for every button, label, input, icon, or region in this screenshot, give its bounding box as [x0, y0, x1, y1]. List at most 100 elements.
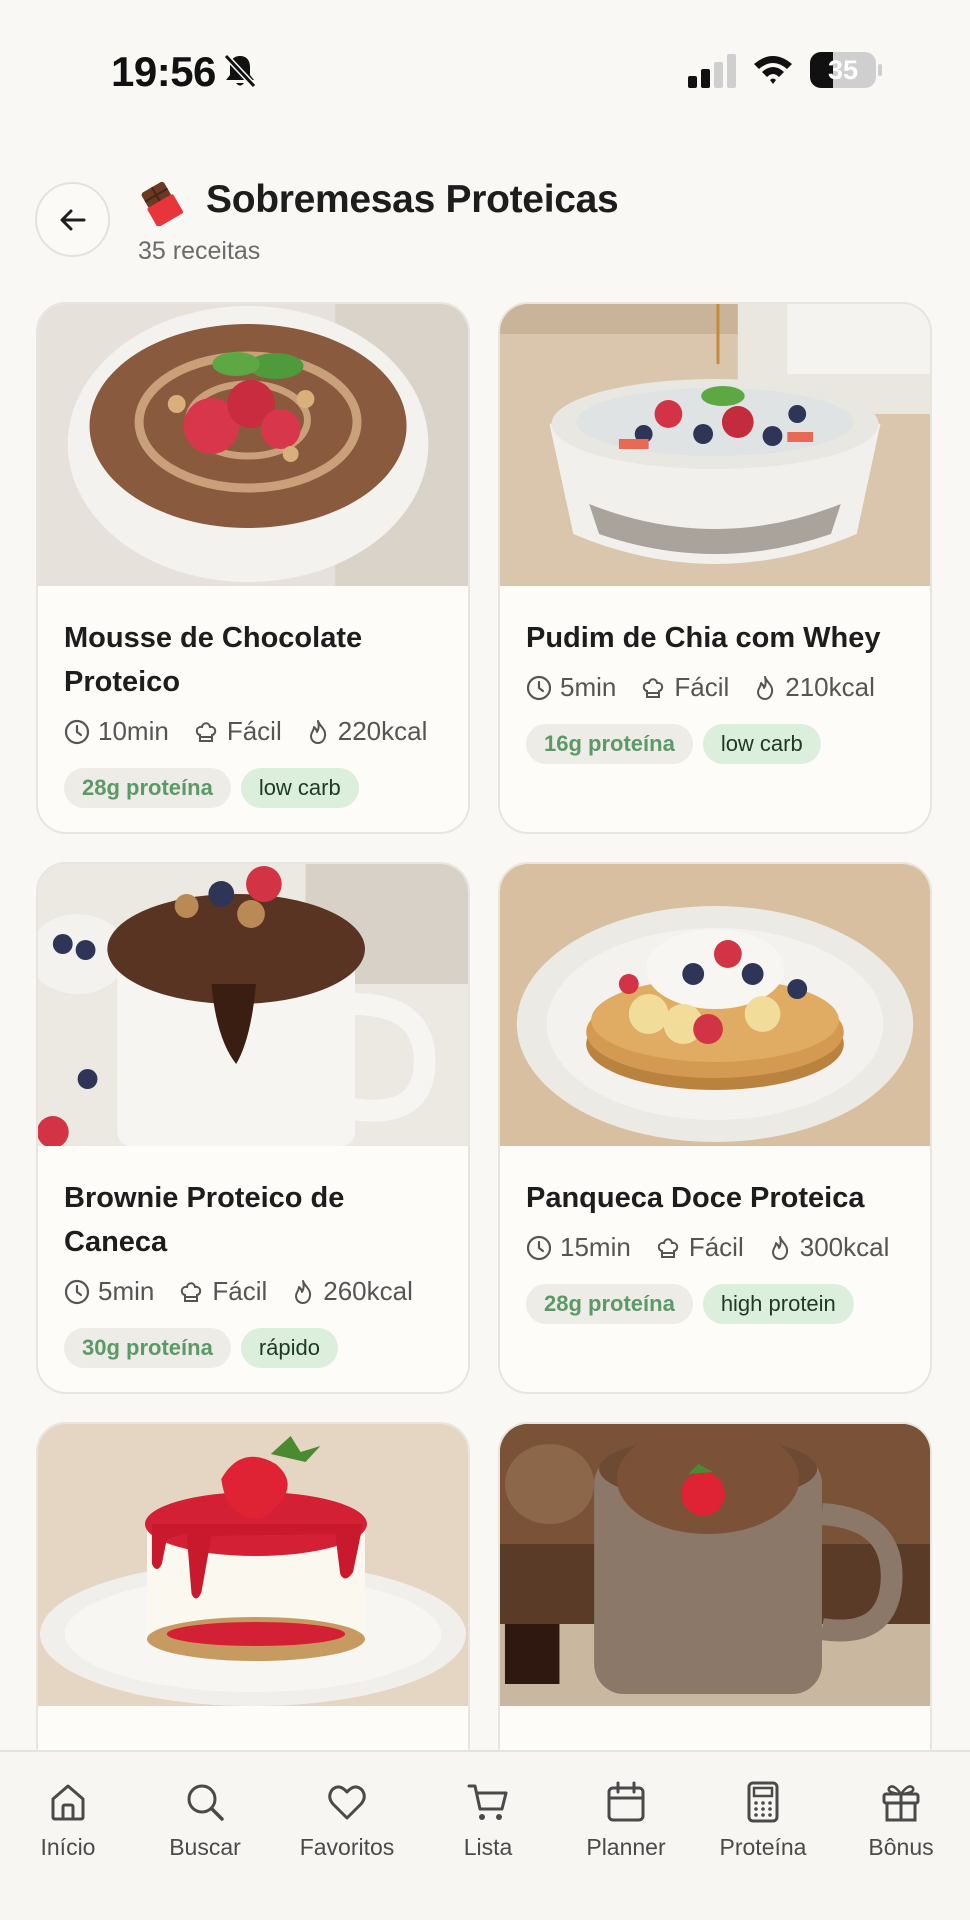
diet-tag: rápido: [240, 1328, 338, 1368]
difficulty-meta: Fácil: [193, 716, 282, 747]
nav-item-favoritos[interactable]: Favoritos: [287, 1780, 407, 1861]
flame-icon: [771, 1235, 788, 1260]
status-bar: 19:56 35: [0, 0, 970, 140]
clock-icon: [64, 1279, 90, 1304]
recipe-card[interactable]: Mousse de Chocolate Proteico 10min Fácil…: [36, 302, 470, 834]
protein-tag: 28g proteína: [526, 1284, 693, 1324]
difficulty-value: Fácil: [674, 672, 730, 702]
time-value: 5min: [560, 672, 617, 702]
calendar-icon: [607, 1781, 645, 1822]
flame-icon: [757, 675, 774, 700]
chef-hat-icon: [181, 1281, 202, 1302]
nav-label: Buscar: [169, 1834, 241, 1860]
calories-meta: 210kcal: [753, 672, 875, 703]
recipe-image-mug-brownie: [38, 864, 468, 1146]
difficulty-meta: Fácil: [640, 672, 729, 703]
time-value: 10min: [98, 716, 169, 746]
page-title: Sobremesas Proteicas: [206, 178, 619, 221]
calories-value: 260kcal: [323, 1276, 413, 1306]
calories-value: 220kcal: [337, 716, 428, 746]
nav-label: Bônus: [868, 1834, 934, 1860]
recipe-tags: 28g proteína high protein: [526, 1284, 864, 1324]
nav-item-inicio[interactable]: Início: [8, 1780, 128, 1861]
recipe-image-chocolate-mousse: [38, 304, 468, 586]
recipe-tags: 30g proteína rápido: [64, 1328, 348, 1368]
search-icon: [187, 1784, 224, 1821]
time-value: 15min: [560, 1232, 631, 1262]
difficulty-meta: Fácil: [655, 1232, 744, 1263]
protein-tag: 28g proteína: [64, 768, 231, 808]
nav-item-planner[interactable]: Planner: [566, 1780, 686, 1861]
recipe-meta: 15min Fácil 300kcal: [526, 1232, 913, 1263]
nav-item-proteina[interactable]: Proteína: [703, 1780, 823, 1861]
nav-item-bonus[interactable]: Bônus: [841, 1780, 961, 1861]
time-meta: 5min: [526, 672, 616, 703]
time-meta: 10min: [64, 716, 169, 747]
time-meta: 15min: [526, 1232, 631, 1263]
nav-label: Lista: [463, 1834, 513, 1860]
status-time: 19:56: [111, 48, 216, 95]
diet-tag: high protein: [702, 1284, 854, 1324]
nav-item-buscar[interactable]: Buscar: [145, 1780, 265, 1861]
recipe-title: Mousse de Chocolate Proteico: [64, 622, 363, 698]
calories-meta: 220kcal: [306, 716, 428, 747]
calories-meta: 300kcal: [768, 1232, 890, 1263]
diet-tag: low carb: [702, 724, 821, 764]
nav-label: Início: [40, 1834, 96, 1860]
recipe-card[interactable]: Panqueca Doce Proteica 15min Fácil 300kc…: [498, 862, 932, 1394]
time-meta: 5min: [64, 1276, 154, 1307]
recipe-meta: 5min Fácil 260kcal: [64, 1276, 437, 1307]
flame-icon: [309, 719, 326, 744]
difficulty-meta: Fácil: [178, 1276, 267, 1307]
recipe-image-mug-cake: [500, 1424, 930, 1706]
recipe-title: Panqueca Doce Proteica: [526, 1182, 865, 1214]
protein-tag: 30g proteína: [64, 1328, 231, 1368]
recipe-image-chia-pudding: [500, 304, 930, 586]
back-button[interactable]: [35, 182, 110, 257]
home-icon: [51, 1784, 85, 1821]
recipe-meta: 5min Fácil 210kcal: [526, 672, 899, 703]
protein-tag: 16g proteína: [526, 724, 693, 764]
recipe-tags: 28g proteína low carb: [64, 768, 369, 808]
nav-label: Proteína: [719, 1834, 807, 1860]
cart-icon: [467, 1784, 508, 1820]
clock-icon: [526, 1235, 552, 1260]
calories-value: 210kcal: [785, 672, 875, 702]
nav-item-lista[interactable]: Lista: [428, 1780, 548, 1861]
calories-value: 300kcal: [799, 1232, 890, 1262]
chocolate-bar-icon: [141, 181, 184, 226]
recipe-card[interactable]: Pudim de Chia com Whey 5min Fácil 210kca…: [498, 302, 932, 834]
gift-icon: [882, 1785, 920, 1822]
time-value: 5min: [98, 1276, 155, 1306]
recipe-count: 35 receitas: [138, 237, 261, 265]
heart-icon: [328, 1785, 366, 1820]
flame-icon: [295, 1279, 312, 1304]
calculator-icon: [747, 1781, 779, 1823]
clock-icon: [526, 675, 552, 700]
calories-meta: 260kcal: [291, 1276, 413, 1307]
recipe-card[interactable]: Brownie Proteico de Caneca 5min Fácil 26…: [36, 862, 470, 1394]
chef-hat-icon: [657, 1237, 678, 1258]
chef-hat-icon: [195, 721, 216, 742]
diet-tag: low carb: [240, 768, 359, 808]
nav-label: Planner: [586, 1834, 666, 1860]
difficulty-value: Fácil: [226, 716, 282, 746]
recipe-meta: 10min Fácil 220kcal: [64, 716, 451, 747]
signal-icon: [688, 54, 736, 88]
bottom-nav: Início Buscar Favoritos Lista Planner Pr…: [0, 1750, 970, 1920]
recipe-title: Pudim de Chia com Whey: [526, 622, 881, 654]
recipe-image-sweet-pancake: [500, 864, 930, 1146]
recipe-tags: 16g proteína low carb: [526, 724, 831, 764]
battery-level: 35: [827, 55, 859, 85]
arrow-left-icon: [60, 209, 85, 230]
bell-off-icon: [223, 53, 257, 89]
difficulty-value: Fácil: [688, 1232, 744, 1262]
recipe-image-strawberry-cheesecake: [38, 1424, 468, 1706]
recipe-title: Brownie Proteico de Caneca: [64, 1182, 345, 1258]
difficulty-value: Fácil: [212, 1276, 268, 1306]
nav-label: Favoritos: [299, 1834, 395, 1860]
chef-hat-icon: [643, 677, 664, 698]
clock-icon: [64, 719, 90, 744]
battery-icon: 35: [810, 52, 882, 88]
wifi-icon: [754, 56, 792, 84]
